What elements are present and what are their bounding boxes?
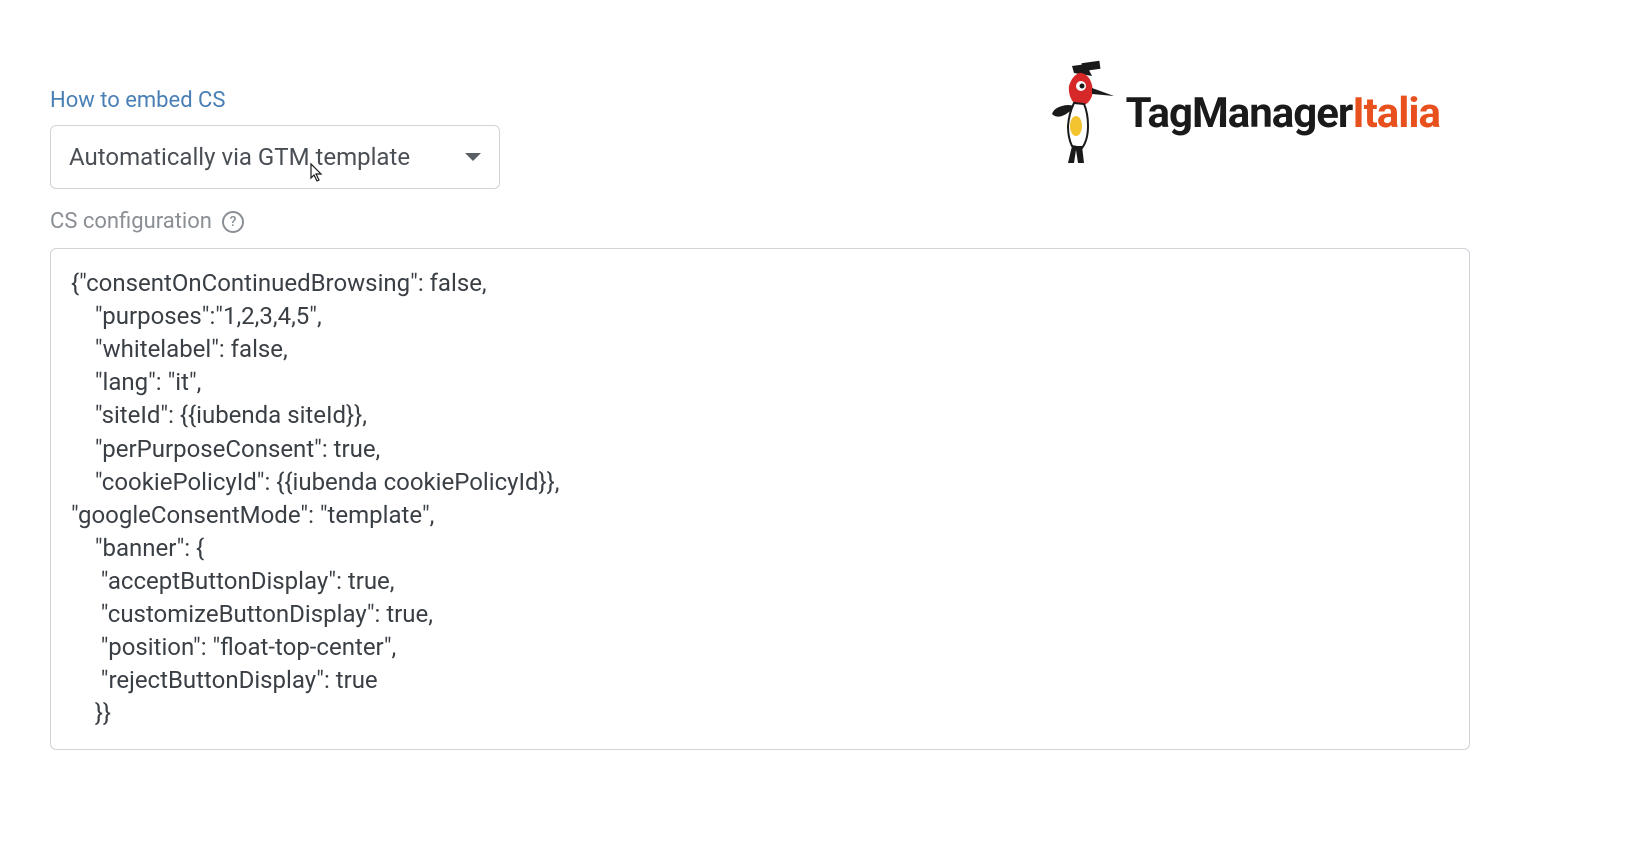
chevron-down-icon: [465, 153, 481, 161]
form-section: How to embed CS Automatically via GTM te…: [50, 88, 1470, 750]
help-icon[interactable]: ?: [222, 211, 244, 233]
cs-configuration-textarea[interactable]: {"consentOnContinuedBrowsing": false, "p…: [50, 248, 1470, 750]
config-label: CS configuration: [50, 209, 212, 234]
embed-label[interactable]: How to embed CS: [50, 88, 1470, 113]
dropdown-selected-value: Automatically via GTM template: [69, 143, 410, 171]
embed-method-dropdown[interactable]: Automatically via GTM template: [50, 125, 500, 189]
config-label-row: CS configuration ?: [50, 209, 1470, 234]
